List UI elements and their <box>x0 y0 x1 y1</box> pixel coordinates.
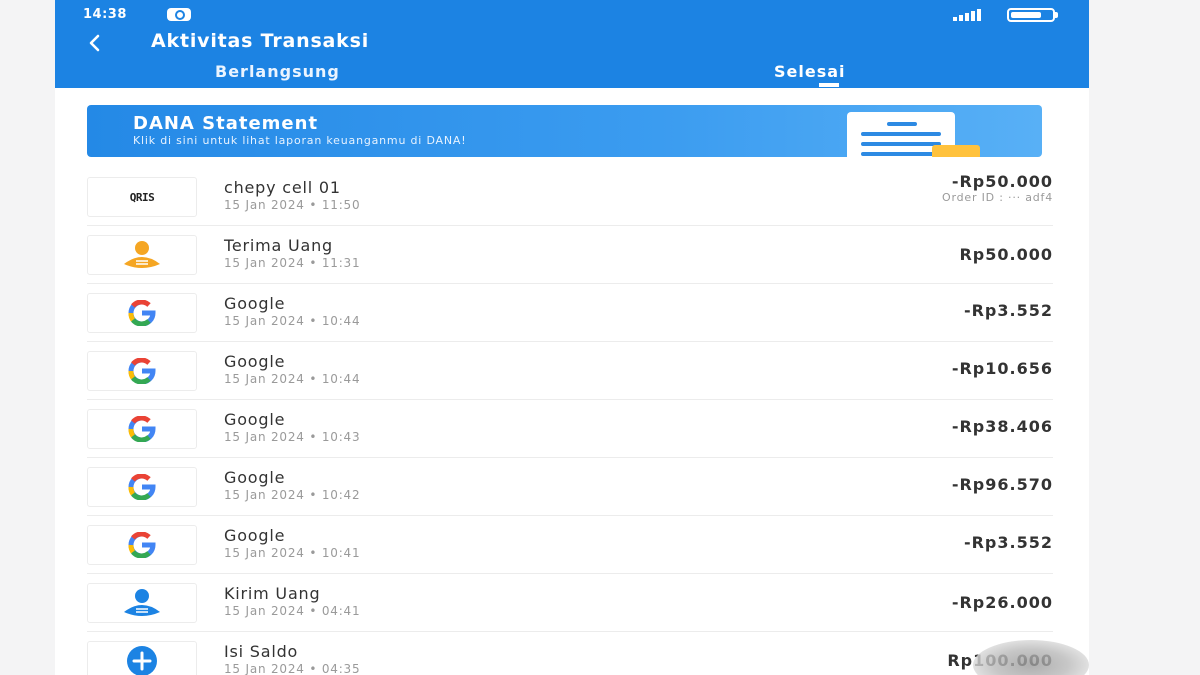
active-tab-indicator <box>819 83 839 87</box>
tab-selesai[interactable]: Selesai <box>774 62 846 81</box>
battery-icon <box>1007 8 1055 22</box>
back-arrow-icon <box>89 34 100 52</box>
transaction-row[interactable]: QRIS chepy cell 01 15 Jan 2024 • 11:50 -… <box>87 168 1053 226</box>
transaction-amount: -Rp3.552 <box>963 533 1053 552</box>
transaction-date: 15 Jan 2024 • 10:41 <box>224 546 361 560</box>
transaction-row[interactable]: Terima Uang 15 Jan 2024 • 11:31 Rp50.000 <box>87 226 1053 284</box>
send-money-icon <box>87 583 197 623</box>
tab-berlangsung[interactable]: Berlangsung <box>215 62 340 81</box>
notification-icon <box>167 8 191 21</box>
transaction-name: Isi Saldo <box>224 642 299 661</box>
transaction-date: 15 Jan 2024 • 11:50 <box>224 198 361 212</box>
google-icon <box>87 525 197 565</box>
transaction-row[interactable]: Google 15 Jan 2024 • 10:44 -Rp10.656 <box>87 342 1053 400</box>
transaction-row[interactable]: Isi Saldo 15 Jan 2024 • 04:35 Rp100.000 <box>87 632 1053 675</box>
top-up-icon <box>87 641 197 675</box>
transaction-name: Google <box>224 294 286 313</box>
google-icon <box>87 467 197 507</box>
transaction-row[interactable]: Google 15 Jan 2024 • 10:43 -Rp38.406 <box>87 400 1053 458</box>
transaction-name: Google <box>224 352 286 371</box>
qris-logo-text: QRIS <box>129 190 155 204</box>
transaction-name: Kirim Uang <box>224 584 321 603</box>
qris-logo-icon: QRIS <box>87 177 197 217</box>
google-icon <box>87 293 197 333</box>
transaction-amount: Rp50.000 <box>959 245 1053 264</box>
banner-title: DANA Statement <box>133 113 319 134</box>
transaction-name: chepy cell 01 <box>224 178 341 197</box>
transaction-date: 15 Jan 2024 • 04:35 <box>224 662 361 675</box>
transaction-row[interactable]: Google 15 Jan 2024 • 10:44 -Rp3.552 <box>87 284 1053 342</box>
status-bar: 14:38 <box>55 0 1089 30</box>
dana-statement-banner[interactable]: DANA Statement Klik di sini untuk lihat … <box>87 105 1042 157</box>
transaction-order-id: Order ID : ··· adf4 <box>942 191 1053 204</box>
transaction-name: Google <box>224 468 286 487</box>
receive-money-icon <box>87 235 197 275</box>
coin-icon <box>932 145 980 157</box>
transaction-date: 15 Jan 2024 • 10:44 <box>224 314 361 328</box>
transaction-name: Terima Uang <box>224 236 334 255</box>
transaction-amount: -Rp10.656 <box>951 359 1053 378</box>
transaction-row[interactable]: Google 15 Jan 2024 • 10:41 -Rp3.552 <box>87 516 1053 574</box>
signal-icon <box>953 9 985 21</box>
transaction-amount: -Rp38.406 <box>951 417 1053 436</box>
transaction-amount: -Rp96.570 <box>951 475 1053 494</box>
google-icon <box>87 409 197 449</box>
transaction-amount: -Rp3.552 <box>963 301 1053 320</box>
transaction-date: 15 Jan 2024 • 10:42 <box>224 488 361 502</box>
transaction-row[interactable]: Google 15 Jan 2024 • 10:42 -Rp96.570 <box>87 458 1053 516</box>
transaction-date: 15 Jan 2024 • 10:44 <box>224 372 361 386</box>
transaction-date: 15 Jan 2024 • 11:31 <box>224 256 361 270</box>
app-header: Aktivitas Transaksi Berlangsung Selesai <box>55 30 1089 88</box>
page-title: Aktivitas Transaksi <box>151 30 370 52</box>
transaction-row[interactable]: Kirim Uang 15 Jan 2024 • 04:41 -Rp26.000 <box>87 574 1053 632</box>
battery-tip <box>1055 12 1058 18</box>
status-time: 14:38 <box>83 7 127 22</box>
transaction-name: Google <box>224 526 286 545</box>
transaction-amount: -Rp50.000 <box>951 172 1053 191</box>
transaction-date: 15 Jan 2024 • 04:41 <box>224 604 361 618</box>
app-screen: 14:38 Aktivitas Transaksi Berlangsung Se… <box>55 0 1089 675</box>
transaction-amount: -Rp26.000 <box>951 593 1053 612</box>
banner-subtitle: Klik di sini untuk lihat laporan keuanga… <box>133 134 467 147</box>
transaction-name: Google <box>224 410 286 429</box>
google-icon <box>87 351 197 391</box>
transaction-date: 15 Jan 2024 • 10:43 <box>224 430 361 444</box>
back-button[interactable] <box>83 31 113 55</box>
